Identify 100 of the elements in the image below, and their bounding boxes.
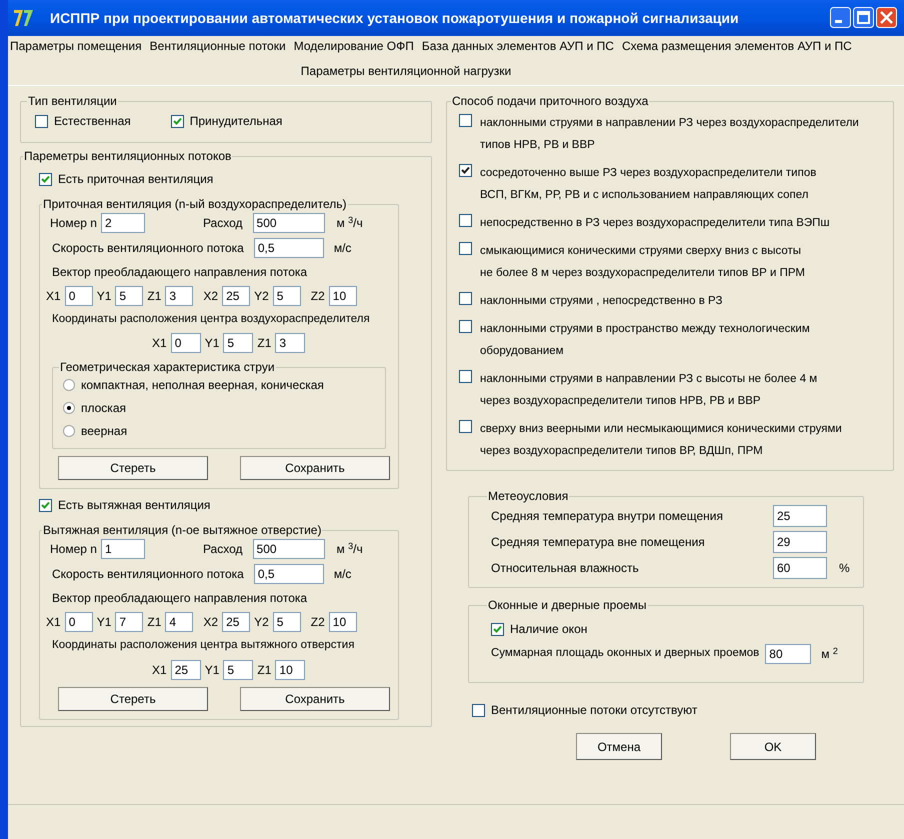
group-title: Тип вентиляции (27, 93, 118, 110)
button[interactable]: Стереть (58, 686, 208, 710)
area-field[interactable]: 80 (765, 644, 812, 664)
checkbox-label: Принудительная (190, 113, 282, 130)
field-label: Средняя температура внутри помещения (491, 508, 724, 525)
field-label: Относительная влажность (491, 560, 640, 577)
checkbox-label: сверху вниз веерными или несмыкающимися коническими струями через воздухораспределители типов ВР, ВДШп, ПРМ (480, 422, 842, 459)
speed-field[interactable]: 0,5 (254, 238, 324, 258)
coordinate-field[interactable]: 0 (64, 286, 93, 306)
coordinate-field[interactable]: 5 (223, 333, 254, 354)
menu-item[interactable]: База данных элементов АУП и ПС (418, 37, 618, 55)
checkbox-label: Есть приточная вентиляция (58, 171, 214, 188)
group-title: Приточная вентиляция (n-ый воздухораспределитель) (42, 196, 348, 213)
coordinate-field[interactable]: 25 (222, 286, 250, 306)
coordinate-label: Z1 (257, 335, 272, 352)
number-field[interactable]: 1 (100, 539, 145, 560)
button[interactable]: Сохранить (240, 686, 390, 710)
checkbox[interactable] (472, 704, 485, 716)
checkbox-label: наклонными струями в направлении РЗ через воздухораспределители типов НРВ, РВ и ВВР (480, 116, 859, 153)
coordinate-label: Z1 (147, 288, 162, 305)
coordinate-label: X2 (203, 288, 218, 305)
maximize-button[interactable] (853, 7, 874, 28)
coordinate-label: Y1 (96, 614, 112, 632)
checkbox[interactable] (170, 114, 184, 128)
checkbox[interactable] (491, 622, 504, 636)
radio-button[interactable] (63, 379, 75, 392)
input-field[interactable]: 60 (773, 557, 827, 579)
coordinate-field[interactable]: 5 (272, 286, 301, 306)
button[interactable]: Стереть (58, 456, 208, 480)
checkbox[interactable] (459, 320, 472, 333)
checkbox[interactable] (459, 114, 472, 127)
menu-item[interactable]: Параметры помещения (8, 37, 146, 55)
coordinate-label: X1 (46, 288, 61, 305)
number-field[interactable]: 2 (100, 213, 145, 233)
close-button[interactable] (876, 7, 897, 28)
coordinate-field[interactable]: 4 (165, 612, 194, 632)
checkbox[interactable] (39, 498, 52, 512)
coordinate-field[interactable]: 10 (275, 660, 306, 680)
checkbox[interactable] (39, 172, 52, 186)
coordinate-field[interactable]: 25 (222, 612, 250, 632)
checkbox[interactable] (459, 242, 472, 255)
radio-label: плоская (81, 400, 126, 418)
button[interactable]: OK (730, 733, 816, 760)
input-field[interactable]: 29 (773, 531, 827, 553)
coordinate-field[interactable]: 10 (328, 612, 357, 632)
unit-label: м $^{3}$/ч (336, 214, 363, 232)
checkbox[interactable] (459, 370, 472, 383)
coordinate-field[interactable]: 7 (115, 612, 144, 632)
field-label: Скорость вентиляционного потока (52, 240, 244, 257)
group-title: Вытяжная вентиляция (n-ое вытяжное отверстие) (42, 522, 322, 540)
coordinate-field[interactable]: 5 (115, 286, 144, 306)
radio-button[interactable] (63, 425, 75, 438)
checkbox-label: наклонными струями , непосредственно в РЗ (480, 294, 722, 309)
coordinate-label: X1 (152, 662, 167, 678)
group-title: Метеоусловия (487, 488, 570, 505)
coordinate-field[interactable]: 10 (328, 286, 357, 306)
coordinate-label: Y2 (254, 614, 269, 632)
button[interactable]: Отмена (576, 733, 662, 760)
checkbox[interactable] (459, 214, 472, 227)
field-label: Вектор преобладающего направления потока (52, 590, 308, 608)
coordinate-field[interactable]: 25 (170, 660, 201, 680)
field-label: Вектор преобладающего направления потока (52, 264, 308, 281)
menu-item[interactable]: Вентиляционные потоки (146, 37, 290, 55)
field-label: Расход (202, 541, 243, 558)
coordinate-label: X1 (46, 614, 61, 632)
rate-field[interactable]: 500 (252, 213, 325, 233)
coordinate-label: Y1 (96, 288, 112, 305)
coordinate-field[interactable]: 3 (165, 286, 194, 306)
coordinate-field[interactable]: 5 (223, 660, 254, 680)
coordinate-field[interactable]: 5 (272, 612, 301, 632)
field-label: Координаты расположения центра воздухораспределителя (52, 312, 371, 327)
coordinate-label: X2 (203, 614, 218, 632)
radio-button[interactable] (63, 402, 75, 414)
coordinate-field[interactable]: 0 (170, 333, 201, 354)
coordinate-label: Y1 (204, 335, 220, 352)
coordinate-field[interactable]: 3 (275, 333, 306, 354)
checkbox[interactable] (459, 420, 472, 433)
field-label: Координаты расположения центра вытяжного отверстия (52, 638, 356, 654)
checkbox-label: сосредоточенно выше РЗ через воздухораспределители типов ВСП, ВГКм, РР, РВ и с использованием направляющих сопел (480, 166, 816, 203)
group-title: Оконные и дверные проемы (487, 597, 648, 614)
window-title: ИСППР при проектировании автоматических установок пожаротушения и пожарной сигнализации (50, 8, 739, 28)
rate-field[interactable]: 500 (252, 539, 325, 560)
input-field[interactable]: 25 (773, 505, 827, 527)
group-title: Геометрическая характеристика струи (59, 359, 276, 376)
checkbox[interactable] (459, 292, 472, 305)
checkbox[interactable] (35, 114, 48, 128)
coordinate-field[interactable]: 0 (64, 612, 93, 632)
field-label: Номер n (50, 541, 97, 558)
checkbox-label: непосредственно в РЗ через воздухораспределители типа ВЭПш (480, 216, 830, 231)
coordinate-label: Z1 (147, 614, 162, 632)
checkbox-label: Вентиляционные потоки отсутствуют (491, 702, 698, 719)
menu-item[interactable]: Моделирование ОФП (290, 37, 418, 55)
speed-field[interactable]: 0,5 (254, 564, 324, 584)
checkbox-label: Наличие окон (510, 621, 588, 638)
checkbox[interactable] (459, 164, 472, 177)
coordinate-label: Y2 (254, 288, 269, 305)
menu-item[interactable]: Схема размещения элементов АУП и ПС (618, 37, 856, 55)
minimize-button[interactable] (830, 7, 851, 28)
checkbox-label: смыкающимися коническими струями сверху вниз с высоты не более 8 м через воздухораспределители типов ВР и ПРМ (480, 244, 806, 281)
button[interactable]: Сохранить (240, 456, 390, 480)
